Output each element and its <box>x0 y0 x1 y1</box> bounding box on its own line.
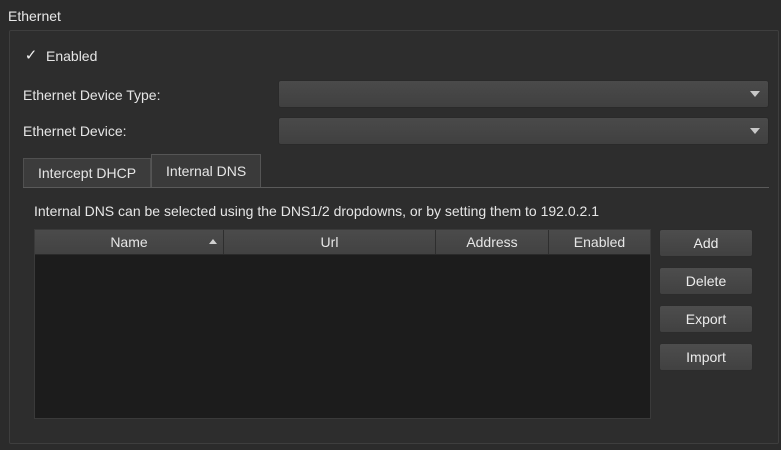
enabled-checkbox-row[interactable]: ✓ Enabled <box>24 48 98 64</box>
import-button[interactable]: Import <box>659 343 753 371</box>
tab-intercept-dhcp[interactable]: Intercept DHCP <box>23 158 152 187</box>
enabled-checkbox[interactable]: ✓ <box>24 48 38 63</box>
column-header-name[interactable]: Name <box>35 230 224 254</box>
sort-ascending-icon <box>209 239 217 244</box>
device-type-dropdown[interactable] <box>278 80 769 108</box>
section-title: Ethernet <box>8 8 61 24</box>
tab-internal-dns[interactable]: Internal DNS <box>151 154 262 187</box>
table-header: Name Url Address Enabled <box>35 230 650 255</box>
delete-button[interactable]: Delete <box>659 267 753 295</box>
export-button[interactable]: Export <box>659 305 753 333</box>
column-header-label: Url <box>320 234 339 250</box>
column-header-label: Enabled <box>573 234 626 250</box>
column-header-label: Name <box>110 234 148 250</box>
table-body[interactable] <box>35 255 650 419</box>
chevron-down-icon <box>750 91 760 97</box>
add-button[interactable]: Add <box>659 229 753 257</box>
column-header-enabled[interactable]: Enabled <box>549 230 650 254</box>
tab-divider <box>23 187 769 188</box>
tab-bar: Intercept DHCP Internal DNS <box>23 154 262 187</box>
ethernet-panel: Ethernet ✓ Enabled Ethernet Device Type:… <box>0 0 781 450</box>
dns-action-buttons: Add Delete Export Import <box>659 229 753 381</box>
column-header-label: Address <box>466 234 518 250</box>
enabled-label: Enabled <box>46 48 98 64</box>
dns-info-text: Internal DNS can be selected using the D… <box>34 203 599 219</box>
device-label: Ethernet Device: <box>23 123 127 139</box>
column-header-address[interactable]: Address <box>436 230 549 254</box>
chevron-down-icon <box>750 128 760 134</box>
dns-table[interactable]: Name Url Address Enabled <box>34 229 651 419</box>
device-dropdown[interactable] <box>278 117 769 145</box>
device-type-label: Ethernet Device Type: <box>23 87 161 103</box>
column-header-url[interactable]: Url <box>224 230 436 254</box>
